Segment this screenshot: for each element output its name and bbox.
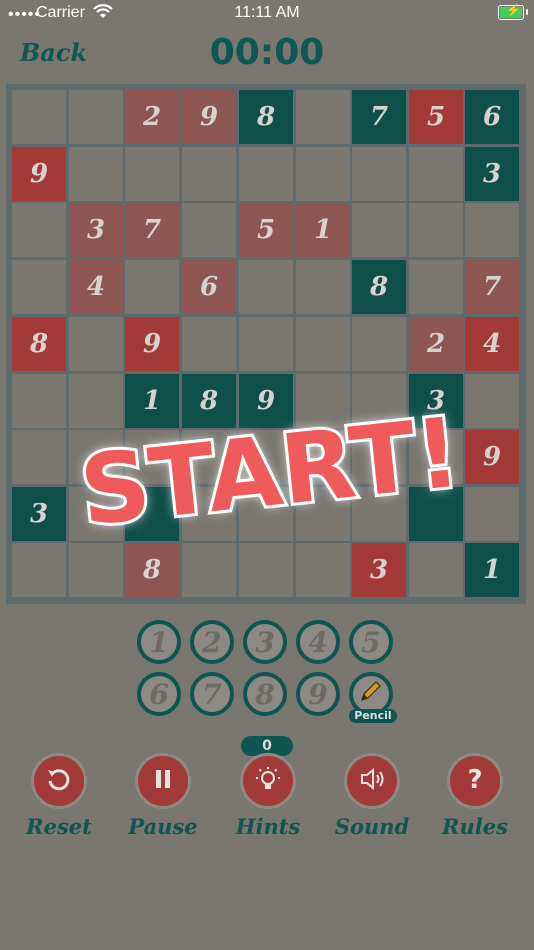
board-cell[interactable]: 9 bbox=[465, 430, 519, 484]
board-cell[interactable]: 7 bbox=[465, 260, 519, 314]
board-cell[interactable]: 5 bbox=[239, 203, 293, 257]
board-cell[interactable] bbox=[465, 203, 519, 257]
board-cell[interactable]: 3 bbox=[12, 487, 66, 541]
board-cell[interactable] bbox=[12, 543, 66, 597]
board-cell[interactable]: 5 bbox=[409, 90, 463, 144]
sound-label: Sound bbox=[334, 814, 410, 839]
board-cell[interactable]: 3 bbox=[465, 147, 519, 201]
board-cell[interactable] bbox=[12, 260, 66, 314]
board-cell[interactable] bbox=[409, 203, 463, 257]
reset-label: Reset bbox=[26, 814, 92, 839]
rules-label: Rules bbox=[442, 814, 508, 839]
number-button-2[interactable]: 2 bbox=[190, 620, 234, 664]
board-cell[interactable] bbox=[12, 374, 66, 428]
sound-button[interactable] bbox=[344, 753, 400, 809]
board-cell[interactable]: 8 bbox=[12, 317, 66, 371]
battery-icon: ⚡ bbox=[498, 3, 528, 20]
number-button-6[interactable]: 6 bbox=[137, 672, 181, 716]
number-button-9[interactable]: 9 bbox=[296, 672, 340, 716]
board-cell[interactable] bbox=[125, 260, 179, 314]
board-cell[interactable] bbox=[182, 317, 236, 371]
board-cell[interactable] bbox=[12, 203, 66, 257]
board-cell[interactable] bbox=[182, 203, 236, 257]
number-button-1[interactable]: 1 bbox=[137, 620, 181, 664]
lightbulb-icon bbox=[253, 764, 283, 798]
pause-label: Pause bbox=[128, 814, 198, 839]
board-cell[interactable] bbox=[69, 147, 123, 201]
question-icon: ? bbox=[460, 764, 490, 798]
board-cell[interactable] bbox=[465, 374, 519, 428]
start-text: START! bbox=[75, 400, 465, 540]
timer: 00:00 bbox=[209, 32, 325, 73]
board-cell[interactable] bbox=[409, 260, 463, 314]
status-bar: ••••• Carrier 11:11 AM ⚡ bbox=[0, 0, 534, 28]
board-cell[interactable] bbox=[12, 90, 66, 144]
start-banner: START! START! bbox=[72, 400, 468, 540]
number-button-8[interactable]: 8 bbox=[243, 672, 287, 716]
number-button-3[interactable]: 3 bbox=[243, 620, 287, 664]
board-cell[interactable]: 9 bbox=[12, 147, 66, 201]
hints-label: Hints bbox=[235, 814, 301, 839]
board-cell[interactable]: 6 bbox=[182, 260, 236, 314]
pencil-label: Pencil bbox=[349, 709, 397, 723]
board-cell[interactable] bbox=[239, 317, 293, 371]
board-cell[interactable] bbox=[296, 260, 350, 314]
board-cell[interactable] bbox=[296, 90, 350, 144]
reset-icon bbox=[45, 765, 73, 797]
board-cell[interactable] bbox=[69, 317, 123, 371]
board-cell[interactable]: 3 bbox=[352, 543, 406, 597]
board-cell[interactable] bbox=[409, 543, 463, 597]
board-cell[interactable]: 7 bbox=[352, 90, 406, 144]
board-cell[interactable] bbox=[182, 543, 236, 597]
pause-button[interactable] bbox=[135, 753, 191, 809]
board-cell[interactable]: 6 bbox=[465, 90, 519, 144]
number-button-4[interactable]: 4 bbox=[296, 620, 340, 664]
board-cell[interactable]: 8 bbox=[352, 260, 406, 314]
board-cell[interactable]: 9 bbox=[125, 317, 179, 371]
board-cell[interactable] bbox=[352, 317, 406, 371]
rules-button[interactable]: ? bbox=[447, 753, 503, 809]
board-cell[interactable] bbox=[296, 147, 350, 201]
hints-button[interactable] bbox=[240, 753, 296, 809]
board-cell[interactable] bbox=[465, 487, 519, 541]
board-cell[interactable]: 1 bbox=[296, 203, 350, 257]
board-cell[interactable] bbox=[296, 317, 350, 371]
pause-icon bbox=[149, 765, 177, 797]
board-cell[interactable]: 7 bbox=[125, 203, 179, 257]
board-cell[interactable]: 4 bbox=[465, 317, 519, 371]
board-cell[interactable] bbox=[296, 543, 350, 597]
number-button-5[interactable]: 5 bbox=[349, 620, 393, 664]
board-cell[interactable] bbox=[125, 147, 179, 201]
board-cell[interactable]: 4 bbox=[69, 260, 123, 314]
number-button-7[interactable]: 7 bbox=[190, 672, 234, 716]
board-cell[interactable] bbox=[352, 203, 406, 257]
board-cell[interactable] bbox=[409, 147, 463, 201]
board-cell[interactable] bbox=[239, 147, 293, 201]
svg-text:?: ? bbox=[467, 765, 482, 794]
board-cell[interactable] bbox=[239, 260, 293, 314]
reset-button[interactable] bbox=[31, 753, 87, 809]
board-cell[interactable] bbox=[12, 430, 66, 484]
board-cell[interactable]: 2 bbox=[125, 90, 179, 144]
pencil-icon bbox=[358, 678, 384, 711]
board-cell[interactable]: 8 bbox=[125, 543, 179, 597]
board-cell[interactable]: 2 bbox=[409, 317, 463, 371]
board-cell[interactable] bbox=[182, 147, 236, 201]
board-cell[interactable] bbox=[239, 543, 293, 597]
board-cell[interactable] bbox=[352, 147, 406, 201]
board-cell[interactable]: 8 bbox=[239, 90, 293, 144]
board-cell[interactable] bbox=[69, 543, 123, 597]
board-cell[interactable]: 9 bbox=[182, 90, 236, 144]
speaker-icon bbox=[357, 764, 387, 798]
board-cell[interactable]: 3 bbox=[69, 203, 123, 257]
board-cell[interactable]: 1 bbox=[465, 543, 519, 597]
clock: 11:11 AM bbox=[234, 4, 300, 21]
board-cell[interactable] bbox=[69, 90, 123, 144]
